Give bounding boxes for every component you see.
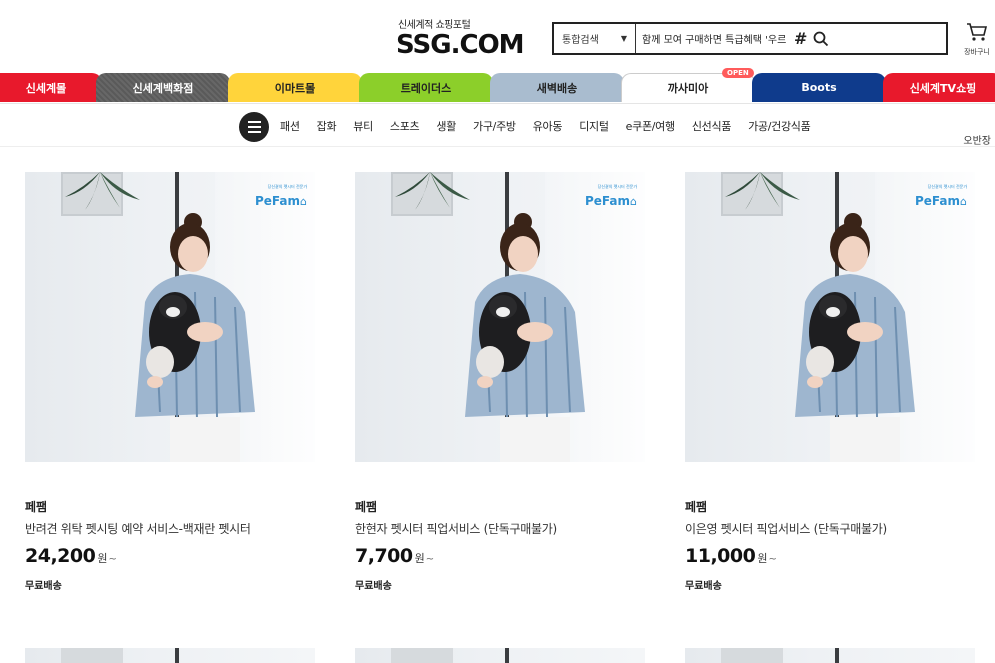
product-card[interactable]: 당신곁의 펫시터 전문가 PeFam⌂ 페팸 한현자 펫시터 픽업서비스 (단독… bbox=[355, 172, 645, 592]
pefam-name: PeFam bbox=[254, 194, 301, 208]
house-icon: ⌂ bbox=[300, 195, 307, 208]
price-row: 7,700 원 ~ bbox=[355, 545, 645, 567]
product-image[interactable]: 당신곁의 펫시터 전문가 PeFam⌂ bbox=[25, 172, 315, 462]
pefam-tagline: 당신곁의 펫시터 전문가 bbox=[267, 184, 307, 189]
mall-tab-shinsegae-mall[interactable]: 신세계몰 bbox=[0, 73, 102, 102]
menu-icon[interactable] bbox=[239, 112, 269, 142]
store-link[interactable]: 오반장 bbox=[963, 132, 991, 147]
pefam-logo: 당신곁의 펫시터 전문가 PeFam⌂ bbox=[585, 184, 637, 209]
mall-tab-label: 신세계TV쇼핑 bbox=[909, 81, 977, 95]
category-beauty[interactable]: 뷰티 bbox=[353, 118, 373, 134]
cart-icon bbox=[966, 23, 988, 46]
search-scope-label: 통합검색 bbox=[562, 35, 599, 46]
product-brand[interactable]: 페팸 bbox=[25, 498, 315, 515]
price-suffix: ~ bbox=[108, 554, 117, 565]
product-title[interactable]: 이은영 펫시터 픽업서비스 (단독구매불가) bbox=[685, 520, 975, 537]
category-goods[interactable]: 잡화 bbox=[317, 118, 337, 134]
caret-down-icon: ▼ bbox=[620, 34, 627, 43]
search-input[interactable]: 함께 모여 구매하면 특급혜택 '우르르' bbox=[636, 31, 786, 46]
mall-tab-shinsegae-dept[interactable]: 신세계백화점 bbox=[96, 73, 230, 102]
header: 신세계적 쇼핑포털 SSG.COM 통합검색 ▼ 함께 모여 구매하면 특급혜택… bbox=[0, 0, 995, 72]
category-list: 패션 잡화 뷰티 스포츠 생활 가구/주방 유아동 디지털 e쿠폰/여행 신선식… bbox=[280, 118, 827, 134]
shipping-label: 무료배송 bbox=[685, 581, 722, 592]
pefam-tagline: 당신곁의 펫시터 전문가 bbox=[597, 184, 637, 189]
product-price: 7,700 bbox=[355, 545, 413, 567]
product-image[interactable]: 당신곁의 펫시터 전문가 PeFam⌂ bbox=[355, 172, 645, 462]
cart-button[interactable]: 장바구니 bbox=[962, 22, 992, 57]
person-with-dog-image bbox=[795, 213, 915, 462]
mall-tab-emart[interactable]: 이마트몰 bbox=[228, 73, 362, 102]
search-icon[interactable] bbox=[813, 31, 829, 47]
product-brand[interactable]: 페팸 bbox=[355, 498, 645, 515]
plant-icon bbox=[395, 172, 470, 210]
product-image[interactable]: 당신곁의 펫시터 전문가 PeFam⌂ bbox=[685, 172, 975, 462]
logo-subtitle: 신세계적 쇼핑포털 bbox=[398, 20, 471, 31]
product-title[interactable]: 반려견 위탁 펫시팅 예약 서비스-백재란 펫시터 bbox=[25, 520, 315, 537]
person-with-dog-image bbox=[135, 213, 255, 462]
plant-icon bbox=[65, 172, 140, 210]
product-image[interactable] bbox=[25, 648, 315, 663]
search-bar: 통합검색 ▼ 함께 모여 구매하면 특급혜택 '우르르' # bbox=[552, 22, 948, 55]
price-row: 11,000 원 ~ bbox=[685, 545, 975, 567]
category-fresh-food[interactable]: 신선식품 bbox=[692, 118, 732, 134]
price-unit: 원 bbox=[414, 552, 425, 565]
price-unit: 원 bbox=[97, 552, 108, 565]
shipping-label: 무료배송 bbox=[25, 581, 62, 592]
hashtag-icon[interactable]: # bbox=[794, 29, 807, 48]
pefam-name: PeFam bbox=[584, 194, 631, 208]
house-icon: ⌂ bbox=[630, 195, 637, 208]
product-price: 11,000 bbox=[685, 545, 756, 567]
category-furniture-kitchen[interactable]: 가구/주방 bbox=[473, 118, 516, 134]
cart-label: 장바구니 bbox=[964, 48, 990, 56]
mall-tab-casamia[interactable]: 까사미아 OPEN bbox=[621, 68, 755, 102]
mall-tab-label: 이마트몰 bbox=[274, 81, 316, 95]
category-digital[interactable]: 디지털 bbox=[579, 118, 609, 134]
ssg-logo[interactable]: 신세계적 쇼핑포털 SSG.COM bbox=[396, 16, 542, 59]
category-nav: 패션 잡화 뷰티 스포츠 생활 가구/주방 유아동 디지털 e쿠폰/여행 신선식… bbox=[0, 103, 995, 147]
price-row: 24,200 원 ~ bbox=[25, 545, 315, 567]
product-image[interactable] bbox=[355, 648, 645, 663]
product-image[interactable] bbox=[685, 648, 975, 663]
logo-text: SSG.COM bbox=[396, 30, 525, 60]
mall-tab-label: 신세계백화점 bbox=[132, 81, 194, 95]
mall-tab-label: Boots bbox=[801, 81, 837, 94]
pefam-name: PeFam bbox=[914, 194, 961, 208]
price-suffix: ~ bbox=[768, 554, 777, 565]
shipping-label: 무료배송 bbox=[355, 581, 392, 592]
mall-tab-label: 신세계몰 bbox=[25, 81, 67, 95]
mall-tab-dawn-delivery[interactable]: 새벽배송 bbox=[490, 73, 624, 102]
price-suffix: ~ bbox=[425, 554, 435, 565]
category-fashion[interactable]: 패션 bbox=[280, 118, 300, 134]
pefam-logo: 당신곁의 펫시터 전문가 PeFam⌂ bbox=[915, 184, 967, 209]
person-with-dog-image bbox=[465, 213, 585, 462]
mall-tab-boots[interactable]: Boots bbox=[752, 73, 886, 102]
category-sports[interactable]: 스포츠 bbox=[390, 118, 420, 134]
product-card[interactable]: 당신곁의 펫시터 전문가 PeFam⌂ 페팸 이은영 펫시터 픽업서비스 (단독… bbox=[685, 172, 975, 592]
product-brand[interactable]: 페팸 bbox=[685, 498, 975, 515]
category-kids[interactable]: 유아동 bbox=[533, 118, 563, 134]
mall-tab-shinsegae-tv[interactable]: 신세계TV쇼핑 bbox=[883, 73, 995, 102]
category-processed-food[interactable]: 가공/건강식품 bbox=[748, 118, 811, 134]
mall-tab-label: 트레이더스 bbox=[400, 81, 452, 95]
house-icon: ⌂ bbox=[960, 195, 967, 208]
mall-tab-label: 새벽배송 bbox=[536, 81, 578, 95]
product-card[interactable]: 당신곁의 펫시터 전문가 PeFam⌂ 페팸 반려견 위탁 펫시팅 예약 서비스… bbox=[25, 172, 315, 592]
pefam-tagline: 당신곁의 펫시터 전문가 bbox=[927, 184, 967, 189]
category-ecoupon-travel[interactable]: e쿠폰/여행 bbox=[626, 118, 675, 134]
mall-tabs: 신세계몰 신세계백화점 이마트몰 트레이더스 새벽배송 까사미아 OPEN Bo… bbox=[0, 68, 995, 103]
category-living[interactable]: 생활 bbox=[436, 118, 456, 134]
open-badge: OPEN bbox=[722, 68, 754, 78]
search-scope-select[interactable]: 통합검색 ▼ bbox=[554, 24, 636, 53]
plant-icon bbox=[725, 172, 800, 210]
mall-tab-traders[interactable]: 트레이더스 bbox=[359, 73, 493, 102]
price-unit: 원 bbox=[757, 552, 768, 565]
pefam-logo: 당신곁의 펫시터 전문가 PeFam⌂ bbox=[255, 184, 307, 209]
product-price: 24,200 bbox=[25, 545, 96, 567]
product-title[interactable]: 한현자 펫시터 픽업서비스 (단독구매불가) bbox=[355, 520, 645, 537]
mall-tab-label: 까사미아 bbox=[667, 82, 709, 95]
